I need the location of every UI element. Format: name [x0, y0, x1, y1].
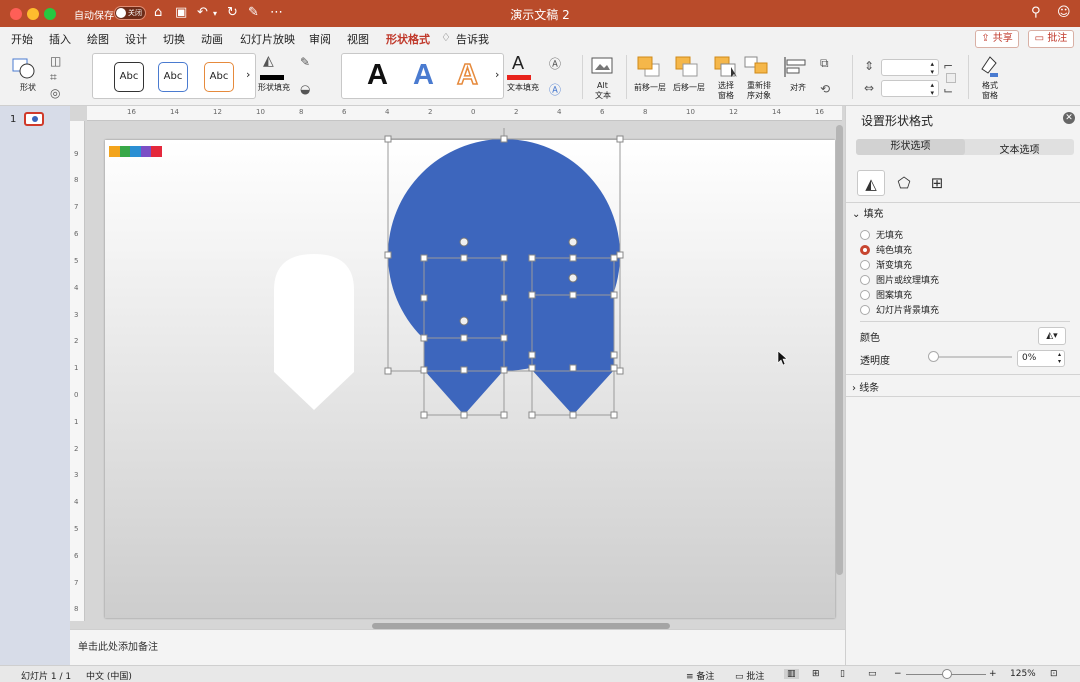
- notes-pane[interactable]: 单击此处添加备注: [70, 629, 845, 665]
- vertical-scrollbar[interactable]: [836, 125, 843, 575]
- zoom-in-icon[interactable]: +: [989, 669, 997, 679]
- format-shape-panel: 设置形状格式 ✕ 形状选项 文本选项 ◭ ⬠ ⊞ ⌄ 填充 无填充 纯色填充 渐…: [845, 106, 1080, 665]
- status-bar: 幻灯片 1 / 1 中文 (中国) ≡ 备注 ▭ 批注 ▥ ⊞ ▯ ▭ − + …: [0, 665, 1080, 682]
- effects-pentagon-icon[interactable]: ⬠: [890, 170, 918, 196]
- transparency-slider[interactable]: [928, 351, 1012, 362]
- transparency-label: 透明度: [860, 356, 890, 367]
- zoom-level[interactable]: 125%: [1010, 669, 1036, 679]
- normal-view-icon[interactable]: ▥: [784, 669, 799, 679]
- tab-text-options[interactable]: 文本选项: [965, 141, 1074, 156]
- color-strip: [109, 146, 162, 157]
- panel-title: 设置形状格式: [861, 114, 934, 128]
- notes-placeholder: 单击此处添加备注: [78, 642, 158, 653]
- line-section-header[interactable]: › 线条: [852, 379, 879, 394]
- panel-tabs: 形状选项 文本选项: [856, 139, 1074, 156]
- zoom-slider-knob[interactable]: [942, 669, 952, 679]
- fill-section-header[interactable]: ⌄ 填充: [852, 205, 884, 220]
- close-panel-button[interactable]: ✕: [1063, 112, 1075, 124]
- fit-to-window-icon[interactable]: ⊡: [1050, 669, 1058, 679]
- white-pin-shape[interactable]: [274, 254, 354, 410]
- transparency-input[interactable]: 0% ▴ ▾: [1017, 350, 1065, 367]
- slide-sorter-icon[interactable]: ⊞: [812, 669, 820, 679]
- mouse-pointer-icon: [777, 350, 788, 366]
- color-label: 颜色: [860, 333, 880, 344]
- slideshow-icon[interactable]: ▭: [868, 669, 877, 679]
- slide-count: 幻灯片 1 / 1: [21, 672, 72, 682]
- reading-view-icon[interactable]: ▯: [840, 669, 845, 679]
- comments-status-button[interactable]: ▭ 批注: [735, 669, 764, 682]
- language[interactable]: 中文 (中国): [86, 669, 132, 682]
- fill-color-picker[interactable]: ◭▾: [1038, 327, 1066, 345]
- tab-shape-options[interactable]: 形状选项: [856, 139, 965, 155]
- size-properties-icon[interactable]: ⊞: [923, 170, 951, 196]
- zoom-out-icon[interactable]: −: [894, 669, 902, 679]
- notes-button[interactable]: ≡ 备注: [686, 669, 714, 682]
- fill-line-icon[interactable]: ◭: [857, 170, 885, 196]
